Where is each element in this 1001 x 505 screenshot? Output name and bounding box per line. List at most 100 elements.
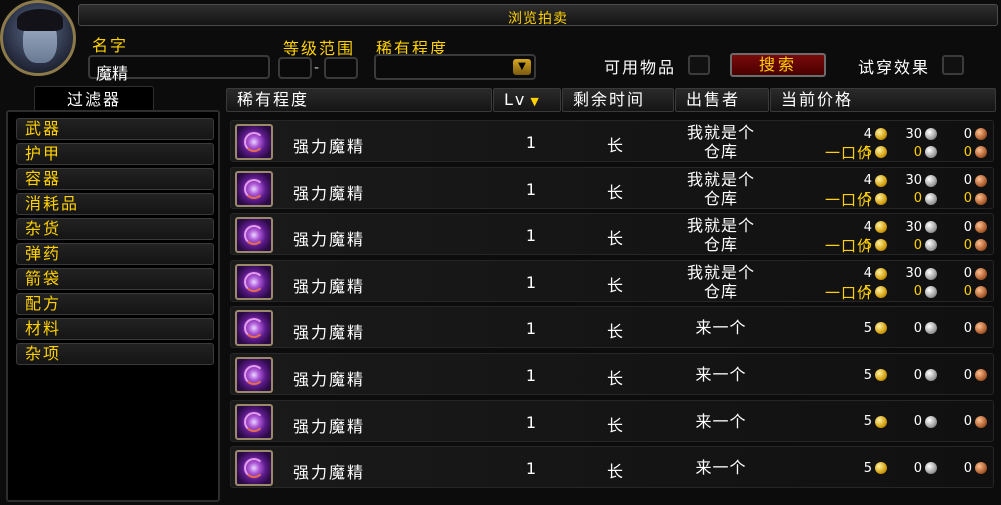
- swirl-decoration: [244, 365, 264, 385]
- auction-row[interactable]: 强力魔精 1 长 来一个 5 0 0: [230, 353, 994, 395]
- silver-coin-icon: [925, 221, 937, 234]
- silver-coin-icon: [925, 415, 937, 428]
- magic-essence-icon[interactable]: [235, 357, 273, 393]
- price-amount: 0: [913, 414, 922, 430]
- silver-coin-icon: [925, 267, 937, 280]
- filter-armor[interactable]: 护甲: [16, 143, 214, 165]
- filter-miscellaneous[interactable]: 杂项: [16, 343, 214, 365]
- price-line: 5 0 0: [807, 319, 987, 337]
- price-cell: 4: [864, 125, 887, 143]
- filter-consumables[interactable]: 消耗品: [16, 193, 214, 215]
- seller-name: 来一个: [671, 365, 771, 384]
- time-left: 长: [606, 369, 623, 388]
- item-name: 强力魔精: [293, 183, 366, 203]
- item-name: 强力魔精: [293, 276, 366, 296]
- price-amount: 30: [905, 219, 922, 235]
- silver-coin-icon: [925, 174, 937, 187]
- magic-essence-icon[interactable]: [235, 310, 273, 347]
- usable-items-checkbox[interactable]: [688, 55, 710, 75]
- silver-coin-icon: [925, 192, 937, 205]
- item-level: 1: [525, 179, 537, 199]
- copper-coin-icon: [975, 239, 987, 252]
- filter-reagents[interactable]: 材料: [16, 318, 214, 340]
- auction-row[interactable]: 强力魔精 1 长 来一个 5 0 0: [230, 399, 994, 442]
- price-cell: 0: [964, 190, 987, 208]
- price-cell: 0: [914, 283, 937, 301]
- seller-name: 我就是个 仓库: [671, 123, 771, 161]
- name-input[interactable]: 魔精: [88, 55, 270, 83]
- price-amount: 4: [863, 219, 872, 235]
- price-cell: 4: [864, 172, 887, 190]
- filter-trade-goods[interactable]: 杂货: [16, 218, 214, 240]
- swirl-decoration: [244, 411, 264, 432]
- magic-essence-icon[interactable]: [235, 217, 273, 254]
- auction-row[interactable]: 强力魔精 1 长我就是个 仓库 4 30 0 5 0 0 一口价: [230, 166, 994, 209]
- price-amount: 0: [963, 284, 972, 300]
- item-level: 1: [525, 226, 537, 246]
- rarity-dropdown[interactable]: ▼: [374, 54, 536, 80]
- tab-filters[interactable]: 过滤器: [34, 86, 154, 112]
- seller-name: 来一个: [671, 318, 771, 337]
- price-cell: 0: [914, 143, 937, 161]
- name-input-value: 魔精: [96, 64, 129, 83]
- magic-essence-icon[interactable]: [235, 124, 273, 160]
- chevron-down-icon[interactable]: ▼: [513, 59, 531, 75]
- silver-coin-icon: [925, 462, 937, 475]
- time-left: 长: [606, 275, 623, 295]
- column-level[interactable]: Lv ▼: [493, 88, 561, 112]
- silver-coin-icon: [925, 369, 937, 381]
- preview-label: 试穿效果: [858, 58, 931, 77]
- auction-row[interactable]: 强力魔精 1 长 来一个 5 0 0: [230, 446, 994, 489]
- auction-row[interactable]: 强力魔精 1 长我就是个 仓库 4 30 0 5 0 0 一口价: [230, 120, 994, 162]
- magic-essence-icon[interactable]: [235, 263, 273, 300]
- filter-projectiles[interactable]: 弹药: [16, 243, 214, 265]
- seller-line: 我就是个: [686, 262, 755, 282]
- price-line: 4 30 0: [807, 265, 987, 283]
- filter-weapons[interactable]: 武器: [16, 118, 214, 140]
- item-level: 1: [525, 319, 537, 339]
- price-amount: 0: [963, 219, 972, 235]
- auction-row[interactable]: 强力魔精 1 长我就是个 仓库 4 30 0 5 0 0 一口价: [230, 259, 994, 302]
- search-button[interactable]: 搜索: [730, 53, 826, 77]
- seller-line: 来一个: [695, 458, 747, 478]
- preview-checkbox[interactable]: [942, 55, 964, 75]
- column-rarity[interactable]: 稀有程度: [226, 88, 492, 112]
- item-level: 1: [525, 412, 537, 432]
- column-time-left[interactable]: 剩余时间: [562, 88, 674, 112]
- copper-coin-icon: [975, 146, 987, 158]
- magic-essence-icon[interactable]: [235, 170, 273, 207]
- silver-coin-icon: [925, 128, 937, 140]
- price-amount: 0: [963, 266, 972, 282]
- swirl-decoration: [244, 318, 264, 339]
- price-amount: 0: [963, 414, 972, 430]
- character-portrait: [0, 0, 76, 76]
- portrait-hair: [17, 9, 63, 31]
- filter-containers[interactable]: 容器: [16, 168, 214, 190]
- auction-row[interactable]: 强力魔精 1 长 来一个 5 0 0: [230, 306, 994, 349]
- price-cell: 0: [964, 366, 987, 384]
- price-line: 5 0 0: [807, 366, 987, 384]
- swirl-decoration: [244, 225, 264, 246]
- price-cell: 0: [914, 236, 937, 254]
- price-line: 4 30 0: [807, 172, 987, 190]
- column-price[interactable]: 当前价格: [770, 88, 996, 112]
- level-min-input[interactable]: [278, 57, 312, 79]
- auction-row[interactable]: 强力魔精 1 长我就是个 仓库 4 30 0 5 0 0 一口价: [230, 213, 994, 256]
- column-seller[interactable]: 出售者: [675, 88, 769, 112]
- filter-recipes[interactable]: 配方: [16, 293, 214, 315]
- title-bar[interactable]: 浏览拍卖: [78, 4, 998, 27]
- seller-line: 来一个: [695, 365, 747, 384]
- filter-quivers[interactable]: 箭袋: [16, 268, 214, 290]
- level-max-input[interactable]: [324, 57, 358, 79]
- magic-essence-icon[interactable]: [235, 450, 273, 487]
- price-cell: 0: [964, 283, 987, 301]
- price-cell: 0: [964, 459, 987, 477]
- price-amount: 5: [863, 320, 872, 336]
- silver-coin-icon: [925, 146, 937, 158]
- gold-coin-icon: [875, 221, 887, 234]
- magic-essence-icon[interactable]: [235, 403, 273, 440]
- price-cell: 30: [905, 218, 937, 236]
- price-amount: 0: [963, 367, 972, 383]
- item-level: 1: [525, 366, 537, 385]
- price-cell: 4: [864, 265, 887, 283]
